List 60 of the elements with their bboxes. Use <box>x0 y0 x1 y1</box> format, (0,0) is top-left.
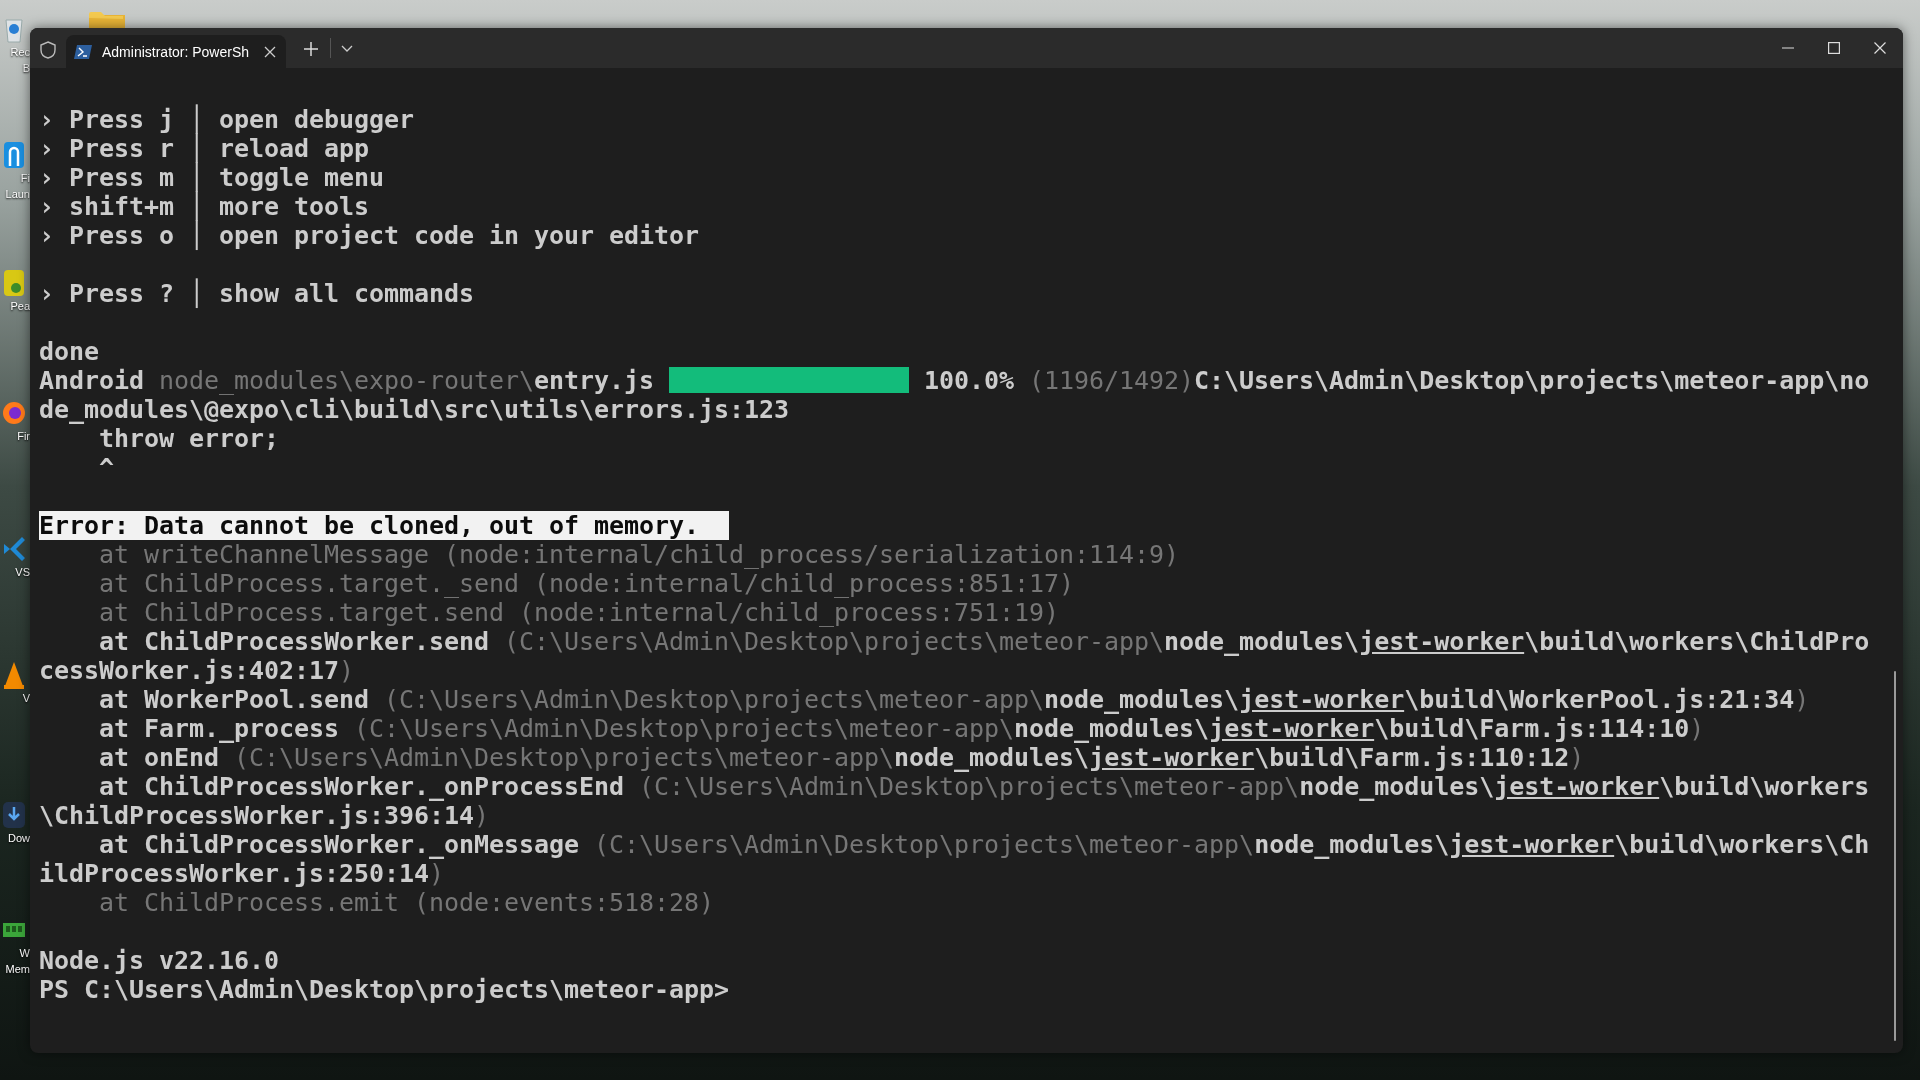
terminal-line: at ChildProcessWorker._onMessage (C:\Users\Admin\Desktop\projects\meteor-app\node_modules\jest-worker\build\workers\Ch <box>98 830 1871 859</box>
icon-label: V <box>22 691 30 706</box>
terminal-tab[interactable]: Administrator: PowerSh <box>66 35 286 68</box>
icon-label: VS <box>15 565 30 580</box>
icon-label: Rec <box>10 45 30 60</box>
error-message: Error: Data cannot be cloned, out of memory. <box>39 511 730 540</box>
terminal-line: at onEnd (C:\Users\Admin\Desktop\projects\meteor-app\node_modules\jest-worker\build\Farm.js:110:12) <box>98 743 1586 772</box>
terminal-text: Android <box>39 366 145 395</box>
icon-label: Laun <box>5 187 30 202</box>
terminal-text: entry.js <box>534 366 655 395</box>
terminal-line: throw error; <box>98 424 281 453</box>
terminal-line: at ChildProcess.target._send (node:internal/child_process:851:17) <box>98 569 1076 598</box>
icon-label: Dow <box>8 831 30 846</box>
terminal-line: done <box>39 337 100 366</box>
cone-icon[interactable] <box>2 660 26 690</box>
close-icon <box>1874 42 1886 54</box>
terminal-line: \ChildProcessWorker.js:396:14) <box>39 801 491 830</box>
code-icon[interactable] <box>2 534 26 564</box>
terminal-line: at ChildProcessWorker._onProcessEnd (C:\Users\Admin\Desktop\projects\meteor-app\node_modules\jest-worker\build\workers <box>98 772 1871 801</box>
terminal-line: Node.js v22.16.0 <box>39 946 281 975</box>
folder-icon[interactable] <box>88 10 126 28</box>
terminal-line: at writeChannelMessage (node:internal/child_process/serialization:114:9) <box>98 540 1181 569</box>
terminal-line: › shift+m │ more tools <box>39 192 371 221</box>
terminal-line: ildProcessWorker.js:250:14) <box>39 859 446 888</box>
app-icon[interactable] <box>2 268 26 298</box>
icon-label: Fi <box>20 171 30 186</box>
terminal-line: cessWorker.js:402:17) <box>39 656 356 685</box>
terminal-text: 100.0% <box>924 366 1015 395</box>
scrollbar[interactable] <box>1894 671 1896 1041</box>
minimize-icon <box>1782 47 1794 49</box>
terminal-line: at ChildProcessWorker.send (C:\Users\Admin\Desktop\projects\meteor-app\node_modules\jest-worker\build\workers\ChildPro <box>98 627 1871 656</box>
app-icon[interactable] <box>2 140 26 170</box>
close-icon <box>264 45 276 58</box>
terminal-icon <box>74 44 92 59</box>
terminal-line: › Press ? │ show all commands <box>39 279 476 308</box>
terminal-line: at WorkerPool.send (C:\Users\Admin\Desktop\projects\meteor-app\node_modules\jest-worker\build\WorkerPool.js:21:34) <box>98 685 1811 714</box>
icon-label: Fir <box>17 429 30 444</box>
plus-icon <box>303 41 319 57</box>
terminal-line: at ChildProcess.emit (node:events:518:28) <box>98 888 716 917</box>
terminal-text: C:\Users\Admin\Desktop\projects\meteor-app\no <box>1194 366 1870 395</box>
terminal-line: de_modules\@expo\cli\build\src\utils\errors.js:123 <box>39 395 791 424</box>
shield-icon <box>40 41 56 59</box>
download-icon[interactable] <box>2 800 26 830</box>
icon-label: B <box>22 61 30 76</box>
icon-label: Pea <box>10 299 30 314</box>
maximize-icon <box>1828 42 1840 54</box>
terminal-line: › Press j │ open debugger <box>39 105 416 134</box>
terminal-text: (1196/1492) <box>1029 366 1195 395</box>
icon-label: W <box>19 946 30 961</box>
terminal-line: PS C:\Users\Admin\Desktop\projects\meteor-app> <box>39 975 731 1004</box>
terminal-line: at Farm._process (C:\Users\Admin\Desktop\projects\meteor-app\node_modules\jest-worker\build\Farm.js:114:10) <box>98 714 1706 743</box>
terminal-line: ^ <box>98 453 115 482</box>
terminal-line: › Press m │ toggle menu <box>39 163 386 192</box>
chevron-down-icon <box>341 45 353 53</box>
icon-label: Mem <box>5 962 30 977</box>
terminal-text: node_modules\expo-router\ <box>159 366 535 395</box>
terminal-line: › Press r │ reload app <box>39 134 371 163</box>
terminal-line: at ChildProcess.target.send (node:internal/child_process:751:19) <box>98 598 1061 627</box>
terminal-line: › Press o │ open project code in your editor <box>39 221 701 250</box>
close-tab-button[interactable] <box>264 45 276 58</box>
